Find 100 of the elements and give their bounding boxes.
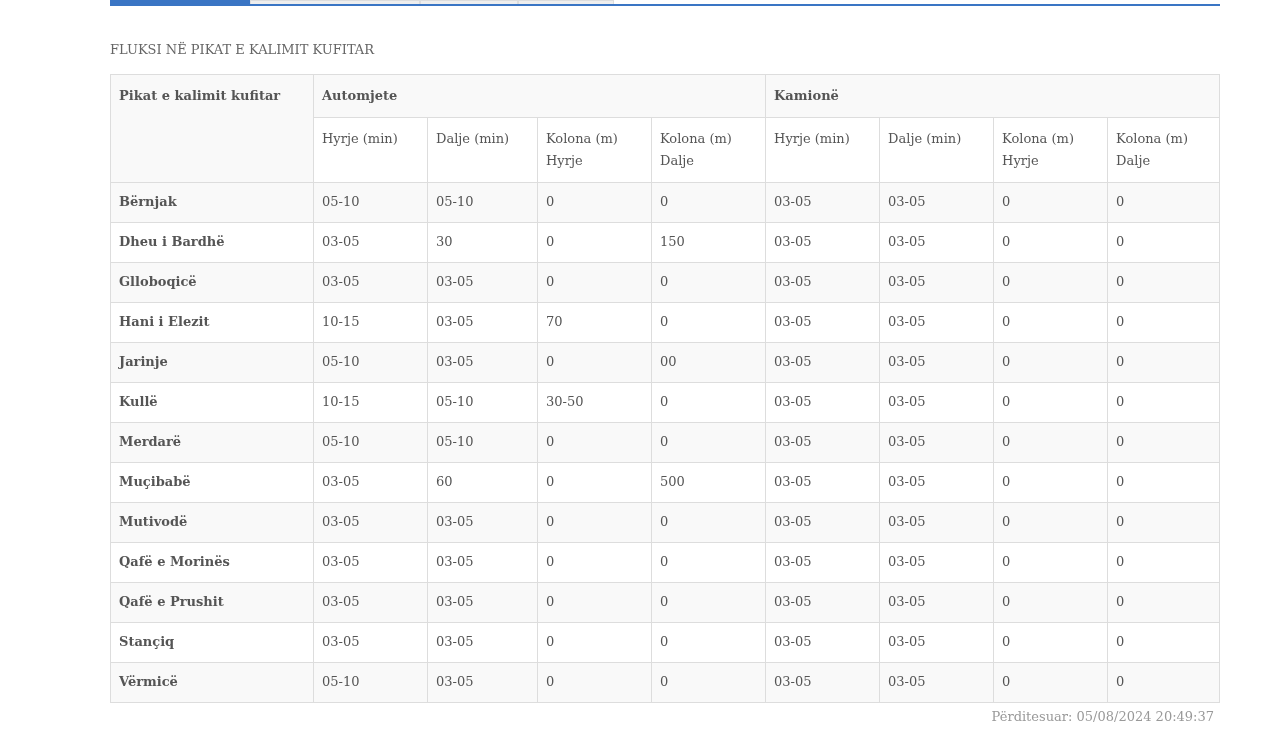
crossing-name-cell: Hani i Elezit [110,302,314,342]
table-cell: 0 [651,502,766,542]
table-cell: 0 [1107,342,1220,382]
table-cell: 0 [651,422,766,462]
table-cell: 03-05 [879,422,994,462]
table-cell: 03-05 [313,222,428,262]
table-cell: 03-05 [879,342,994,382]
table-cell: 0 [537,422,652,462]
table-cell: 03-05 [879,662,994,702]
group-header: Automjete [313,74,766,117]
table-cell: 05-10 [427,422,538,462]
table-cell: 03-05 [427,582,538,622]
table-cell: 03-05 [427,542,538,582]
table-cell: 0 [1107,662,1220,702]
table-cell: 0 [1107,302,1220,342]
table-cell: 03-05 [765,222,880,262]
table-cell: 0 [651,302,766,342]
table-cell: 0 [651,542,766,582]
table-cell: 0 [1107,182,1220,222]
column-header: Dalje (min) [427,117,538,182]
table-cell: 05-10 [427,382,538,422]
table-cell: 03-05 [879,622,994,662]
crossing-name-cell: Jarinje [110,342,314,382]
table-cell: 0 [1107,462,1220,502]
table-cell: 0 [537,662,652,702]
table-cell: 0 [651,382,766,422]
table-cell: 0 [651,582,766,622]
table-cell: 03-05 [427,502,538,542]
table-cell: 03-05 [313,502,428,542]
crossing-name-cell: Dheu i Bardhë [110,222,314,262]
table-cell: 0 [993,382,1108,422]
table-cell: 0 [993,222,1108,262]
table-cell: 03-05 [879,582,994,622]
column-header: Kolona (m) Hyrje [993,117,1108,182]
table-cell: 150 [651,222,766,262]
table-cell: 03-05 [879,382,994,422]
table-cell: 0 [537,542,652,582]
table-cell: 10-15 [313,382,428,422]
table-cell: 03-05 [765,622,880,662]
table-cell: 0 [993,462,1108,502]
table-cell: 500 [651,462,766,502]
table-cell: 03-05 [879,542,994,582]
crossing-name-cell: Merdarë [110,422,314,462]
table-cell: 0 [651,622,766,662]
column-header: Hyrje (min) [765,117,880,182]
table-cell: 03-05 [313,462,428,502]
table-cell: 03-05 [879,502,994,542]
crossing-name-cell: Qafë e Morinës [110,542,314,582]
table-cell: 05-10 [427,182,538,222]
table-cell: 03-05 [313,622,428,662]
table-cell: 00 [651,342,766,382]
table-cell: 05-10 [313,422,428,462]
table-cell: 03-05 [879,182,994,222]
table-cell: 30 [427,222,538,262]
crossing-name-cell: Stançiq [110,622,314,662]
table-cell: 0 [993,182,1108,222]
table-cell: 0 [993,262,1108,302]
table-cell: 0 [1107,222,1220,262]
table-cell: 03-05 [765,382,880,422]
table-cell: 0 [651,262,766,302]
table-cell: 03-05 [313,262,428,302]
table-cell: 03-05 [879,462,994,502]
table-cell: 0 [651,182,766,222]
table-cell: 0 [537,622,652,662]
table-cell: 03-05 [879,262,994,302]
table-cell: 0 [1107,382,1220,422]
crossing-name-cell: Muçibabë [110,462,314,502]
crossing-name-cell: Vërmicë [110,662,314,702]
table-cell: 05-10 [313,342,428,382]
crossing-name-cell: Bërnjak [110,182,314,222]
table-cell: 03-05 [879,302,994,342]
table-cell: 03-05 [427,302,538,342]
table-cell: 0 [1107,622,1220,662]
table-cell: 0 [1107,502,1220,542]
table-cell: 0 [993,342,1108,382]
section-title: FLUKSI NË PIKAT E KALIMIT KUFITAR [110,41,376,59]
table-cell: 0 [993,302,1108,342]
table-cell: 0 [537,342,652,382]
table-cell: 60 [427,462,538,502]
table-cell: 03-05 [765,302,880,342]
table-cell: 03-05 [427,342,538,382]
table-cell: 0 [651,662,766,702]
column-header: Hyrje (min) [313,117,428,182]
column-header: Kolona (m) Hyrje [537,117,652,182]
table-cell: 03-05 [765,502,880,542]
table-cell: 0 [537,222,652,262]
table-cell: 03-05 [765,422,880,462]
table-cell: 0 [993,582,1108,622]
table-cell: 03-05 [313,542,428,582]
table-cell: 03-05 [765,182,880,222]
table-cell: 03-05 [427,262,538,302]
crossing-name-cell: Qafë e Prushit [110,582,314,622]
table-cell: 03-05 [765,582,880,622]
table-cell: 03-05 [765,262,880,302]
crossing-name-cell: Kullë [110,382,314,422]
group-header: Kamionë [765,74,1220,117]
table-cell: 03-05 [765,342,880,382]
table-cell: 0 [1107,542,1220,582]
table-cell: 03-05 [765,542,880,582]
table-cell: 03-05 [765,462,880,502]
